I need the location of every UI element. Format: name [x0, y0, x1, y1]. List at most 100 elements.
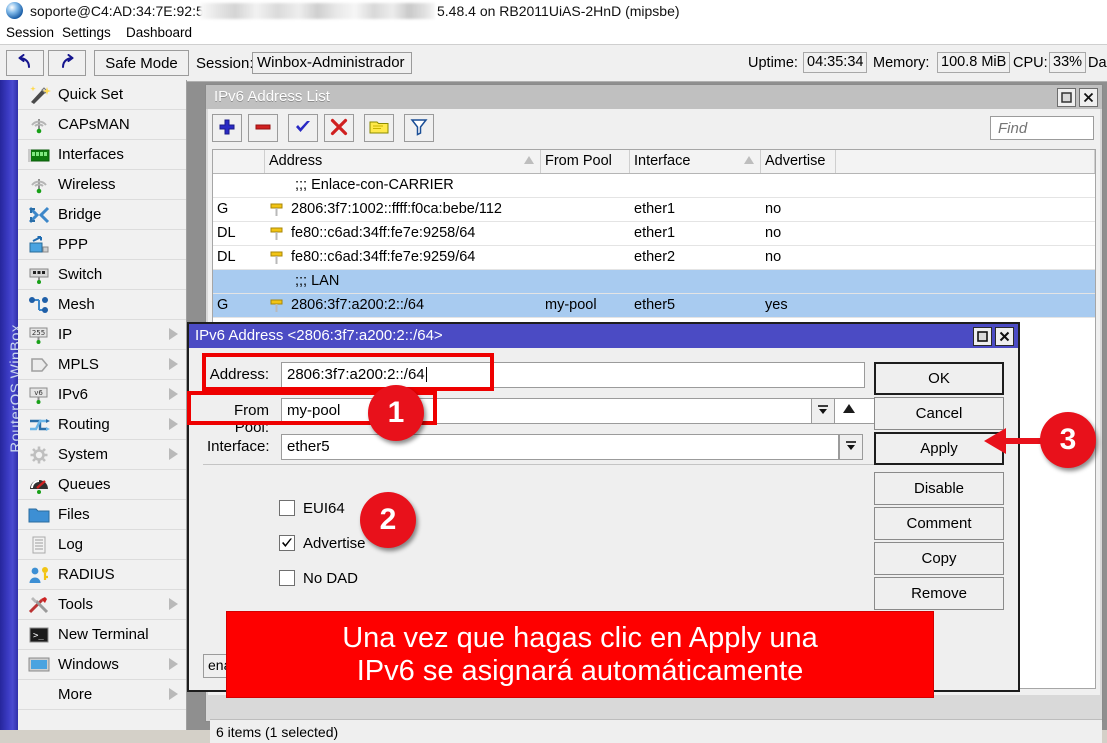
safe-mode-button[interactable]: Safe Mode [94, 50, 189, 76]
column-header-from-pool[interactable]: From Pool [541, 150, 630, 173]
chevron-right-icon [169, 658, 178, 670]
address-pin-icon [269, 226, 284, 241]
cell-address-text: fe80::c6ad:34ff:fe7e:9259/64 [291, 249, 475, 265]
menu-session[interactable]: Session [6, 25, 54, 40]
sidebar-item-radius[interactable]: RADIUS [18, 560, 186, 590]
cell-interface: ether1 [630, 198, 761, 221]
sidebar-item-mpls[interactable]: MPLS [18, 350, 186, 380]
sidebar-item-ppp[interactable]: PPP [18, 230, 186, 260]
table-row[interactable]: G 2806:3f7:1002::ffff:f0ca:bebe/112 ethe… [213, 198, 1095, 222]
menu-bar: Session Settings Dashboard [0, 22, 1107, 44]
close-icon[interactable] [995, 327, 1014, 346]
advertise-label: Advertise [303, 535, 366, 552]
remove-button[interactable]: Remove [874, 577, 1004, 610]
sidebar-item-interfaces[interactable]: Interfaces [18, 140, 186, 170]
session-value[interactable]: Winbox-Administrador [252, 52, 412, 74]
column-header-flags[interactable] [213, 150, 265, 173]
advertise-checkbox-row[interactable]: Advertise [279, 532, 366, 554]
eui64-checkbox[interactable] [279, 500, 295, 516]
cell-flags: DL [213, 246, 265, 269]
filter-button[interactable] [404, 114, 434, 142]
annotation-badge-3: 3 [1040, 412, 1096, 468]
sidebar-item-label: Bridge [58, 206, 101, 223]
menu-dashboard[interactable]: Dashboard [126, 25, 192, 40]
sidebar-item-bridge[interactable]: Bridge [18, 200, 186, 230]
column-header-advertise[interactable]: Advertise [761, 150, 836, 173]
sidebar-item-ip[interactable]: 255 IP [18, 320, 186, 350]
address-pin-icon [269, 298, 284, 313]
cell-flags: DL [213, 222, 265, 245]
table-row[interactable]: G 2806:3f7:a200:2::/64 my-pool ether5 ye… [213, 294, 1095, 318]
undo-button[interactable] [6, 50, 44, 76]
sort-ascending-icon [524, 156, 534, 164]
cell-address-text: 2806:3f7:a200:2::/64 [291, 297, 424, 313]
sidebar-item-files[interactable]: Files [18, 500, 186, 530]
ok-button[interactable]: OK [874, 362, 1004, 395]
table-row[interactable]: ;;; LAN [213, 270, 1095, 294]
enable-button[interactable] [288, 114, 318, 142]
maximize-icon[interactable] [1057, 88, 1076, 107]
maximize-icon[interactable] [973, 327, 992, 346]
comment-button[interactable] [364, 114, 394, 142]
sidebar-item-ipv6[interactable]: v6 IPv6 [18, 380, 186, 410]
disable-button[interactable] [324, 114, 354, 142]
monitor-icon [24, 653, 54, 677]
find-field[interactable] [990, 116, 1094, 140]
interface-input[interactable]: ether5 [281, 434, 839, 460]
sidebar-item-quick-set[interactable]: Quick Set [18, 80, 186, 110]
cell-extra [836, 222, 1095, 245]
sidebar-item-more[interactable]: More [18, 680, 186, 710]
sidebar-item-mesh[interactable]: Mesh [18, 290, 186, 320]
chevron-right-icon [169, 448, 178, 460]
column-header-address[interactable]: Address [265, 150, 541, 173]
sidebar-item-label: Log [58, 536, 83, 553]
no-dad-checkbox[interactable] [279, 570, 295, 586]
advertise-checkbox[interactable] [279, 535, 295, 551]
disable-button[interactable]: Disable [874, 472, 1004, 505]
redo-button[interactable] [48, 50, 86, 76]
sidebar-item-capsman[interactable]: CAPsMAN [18, 110, 186, 140]
magic-wand-icon [24, 83, 54, 107]
table-row[interactable]: DL fe80::c6ad:34ff:fe7e:9258/64 ether1 n… [213, 222, 1095, 246]
copy-button[interactable]: Copy [874, 542, 1004, 575]
close-icon[interactable] [1079, 88, 1098, 107]
sidebar-item-label: System [58, 446, 108, 463]
table-row[interactable]: DL fe80::c6ad:34ff:fe7e:9259/64 ether2 n… [213, 246, 1095, 270]
sidebar-item-windows[interactable]: Windows [18, 650, 186, 680]
sidebar-item-log[interactable]: Log [18, 530, 186, 560]
table-row[interactable]: ;;; Enlace-con-CARRIER [213, 174, 1095, 198]
eui64-label: EUI64 [303, 500, 345, 517]
svg-text:255: 255 [32, 329, 45, 337]
address-field-highlight [202, 353, 494, 391]
app-title-bar: soporte@C4:AD:34:7E:92:5C 5.48.4 on RB20… [0, 0, 1107, 22]
chevron-right-icon [169, 598, 178, 610]
comment-button[interactable]: Comment [874, 507, 1004, 540]
sidebar-item-switch[interactable]: Switch [18, 260, 186, 290]
add-button[interactable] [212, 114, 242, 142]
column-header-interface[interactable]: Interface [630, 150, 761, 173]
note-icon [369, 119, 389, 138]
find-input[interactable] [996, 119, 1092, 138]
eui64-checkbox-row[interactable]: EUI64 [279, 497, 345, 519]
sidebar-item-new-terminal[interactable]: >_ New Terminal [18, 620, 186, 650]
sidebar-item-queues[interactable]: Queues [18, 470, 186, 500]
column-header-interface-label: Interface [634, 153, 690, 169]
from-pool-collapse-arrow-icon[interactable] [841, 402, 857, 419]
sidebar-item-label: Interfaces [58, 146, 124, 163]
undo-arrow-icon [16, 54, 34, 73]
check-icon [294, 118, 312, 139]
sidebar-item-wireless[interactable]: Wireless [18, 170, 186, 200]
no-dad-checkbox-row[interactable]: No DAD [279, 567, 358, 589]
menu-settings[interactable]: Settings [62, 25, 111, 40]
from-pool-dropdown-button[interactable] [811, 398, 835, 424]
uptime-value: 04:35:34 [803, 52, 867, 73]
annotation-badge-1: 1 [368, 385, 424, 441]
ipv6-icon: v6 [24, 383, 54, 407]
sidebar-item-routing[interactable]: Routing [18, 410, 186, 440]
interface-dropdown-button[interactable] [839, 434, 863, 460]
main-menu: Quick Set CAPsMAN Interfaces Wireless Br… [18, 80, 187, 730]
sidebar-item-system[interactable]: System [18, 440, 186, 470]
sidebar-item-tools[interactable]: Tools [18, 590, 186, 620]
column-header-extra[interactable] [836, 150, 1095, 173]
remove-button[interactable] [248, 114, 278, 142]
